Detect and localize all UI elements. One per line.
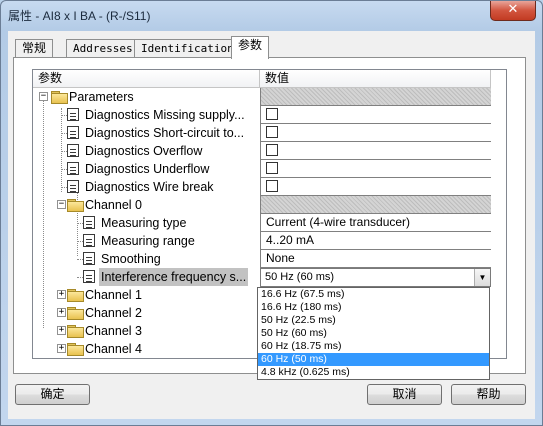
tree-row-diag-wire-break[interactable]: Diagnostics Wire break bbox=[33, 178, 491, 196]
expand-icon[interactable]: + bbox=[57, 308, 66, 317]
dropdown-option[interactable]: 16.6 Hz (67.5 ms) bbox=[258, 288, 489, 301]
tree-row-diag-underflow[interactable]: Diagnostics Underflow bbox=[33, 160, 491, 178]
tree-row-interference-frequency[interactable]: Interference frequency s... 50 Hz (60 ms… bbox=[33, 268, 491, 287]
tree-label: Parameters bbox=[69, 90, 134, 104]
folder-icon bbox=[67, 307, 84, 320]
parameter-document-icon bbox=[67, 108, 79, 121]
value-cell-checkbox bbox=[260, 106, 491, 124]
dropdown-arrow-icon[interactable]: ▼ bbox=[474, 269, 490, 286]
expand-icon[interactable]: + bbox=[57, 326, 66, 335]
tab-addresses[interactable]: Addresses bbox=[66, 39, 140, 58]
expand-icon[interactable]: + bbox=[57, 290, 66, 299]
parameter-document-icon bbox=[67, 144, 79, 157]
interference-frequency-dropdown-list: 16.6 Hz (67.5 ms) 16.6 Hz (180 ms) 50 Hz… bbox=[257, 287, 490, 380]
tree-label: Smoothing bbox=[101, 252, 161, 266]
help-button[interactable]: 帮助 bbox=[451, 384, 526, 405]
tree-row-diag-missing-supply[interactable]: Diagnostics Missing supply... bbox=[33, 106, 491, 124]
cancel-button[interactable]: 取消 bbox=[367, 384, 442, 405]
ok-button[interactable]: 确定 bbox=[15, 384, 90, 405]
tree-label: Channel 1 bbox=[85, 288, 142, 302]
tree-row-diag-short-circuit[interactable]: Diagnostics Short-circuit to... bbox=[33, 124, 491, 142]
tree-label: Channel 2 bbox=[85, 306, 142, 320]
value-cell-checkbox bbox=[260, 178, 491, 196]
tab-general[interactable]: 常规 bbox=[15, 39, 54, 58]
dropdown-option[interactable]: 50 Hz (60 ms) bbox=[258, 327, 489, 340]
tree-label: Diagnostics Missing supply... bbox=[85, 108, 245, 122]
measuring-range-value[interactable]: 4..20 mA bbox=[260, 232, 491, 250]
tree-row-channel-0[interactable]: − Channel 0 bbox=[33, 196, 491, 214]
tree-label: Channel 3 bbox=[85, 324, 142, 338]
folder-open-icon bbox=[67, 199, 84, 212]
tree-label: Diagnostics Underflow bbox=[85, 162, 210, 176]
dropdown-option[interactable]: 4.8 kHz (0.625 ms) bbox=[258, 366, 489, 379]
dropdown-option[interactable]: 16.6 Hz (180 ms) bbox=[258, 301, 489, 314]
parameter-document-icon bbox=[83, 270, 95, 283]
collapse-icon[interactable]: − bbox=[57, 200, 66, 209]
tab-parameters[interactable]: 参数 bbox=[231, 36, 270, 59]
tree-row-measuring-type[interactable]: Measuring type Current (4-wire transduce… bbox=[33, 214, 491, 232]
measuring-type-value[interactable]: Current (4-wire transducer) bbox=[260, 214, 491, 232]
window-title: 属性 - AI8 x I BA - (R-/S11) bbox=[8, 9, 151, 23]
dropdown-option-highlighted[interactable]: 60 Hz (50 ms) bbox=[258, 353, 489, 366]
tree-label: Diagnostics Wire break bbox=[85, 180, 214, 194]
value-cell-checkbox bbox=[260, 124, 491, 142]
tree-label: Diagnostics Short-circuit to... bbox=[85, 126, 245, 140]
column-header-value[interactable]: 数值 bbox=[260, 70, 491, 88]
tree-row-parameters[interactable]: − Parameters bbox=[33, 88, 491, 106]
tree-label: Measuring range bbox=[101, 234, 195, 248]
tree-label: Channel 0 bbox=[85, 198, 142, 212]
tree-row-diag-overflow[interactable]: Diagnostics Overflow bbox=[33, 142, 491, 160]
diagnostics-wire-break-checkbox[interactable] bbox=[266, 180, 278, 192]
parameter-document-icon bbox=[83, 252, 95, 265]
dropdown-option[interactable]: 60 Hz (18.75 ms) bbox=[258, 340, 489, 353]
parameter-document-icon bbox=[67, 162, 79, 175]
tree-row-measuring-range[interactable]: Measuring range 4..20 mA bbox=[33, 232, 491, 250]
tree-label: Channel 4 bbox=[85, 342, 142, 356]
parameter-document-icon bbox=[83, 216, 95, 229]
value-cell-empty bbox=[260, 88, 491, 106]
tab-identification[interactable]: Identification bbox=[134, 39, 241, 58]
folder-icon bbox=[67, 289, 84, 302]
tree-label-selected: Interference frequency s... bbox=[99, 268, 249, 286]
folder-icon bbox=[67, 343, 84, 356]
value-cell-checkbox bbox=[260, 142, 491, 160]
tree-row-smoothing[interactable]: Smoothing None bbox=[33, 250, 491, 268]
dropdown-option[interactable]: 50 Hz (22.5 ms) bbox=[258, 314, 489, 327]
tree-label: Diagnostics Overflow bbox=[85, 144, 203, 158]
diagnostics-overflow-checkbox[interactable] bbox=[266, 144, 278, 156]
properties-dialog: 属性 - AI8 x I BA - (R-/S11) ✕ 常规 Addresse… bbox=[0, 0, 543, 426]
folder-open-icon bbox=[51, 91, 68, 104]
diagnostics-missing-supply-checkbox[interactable] bbox=[266, 108, 278, 120]
parameter-document-icon bbox=[83, 234, 95, 247]
interference-frequency-combobox[interactable]: 50 Hz (60 ms) ▼ bbox=[260, 268, 491, 287]
tree-label: Measuring type bbox=[101, 216, 187, 230]
close-button[interactable]: ✕ bbox=[490, 1, 536, 21]
value-cell-empty bbox=[260, 196, 491, 214]
value-cell-checkbox bbox=[260, 160, 491, 178]
parameter-document-icon bbox=[67, 180, 79, 193]
smoothing-value[interactable]: None bbox=[260, 250, 491, 268]
title-bar: 属性 - AI8 x I BA - (R-/S11) ✕ bbox=[1, 1, 542, 29]
combobox-value: 50 Hz (60 ms) bbox=[265, 271, 335, 283]
diagnostics-underflow-checkbox[interactable] bbox=[266, 162, 278, 174]
folder-icon bbox=[67, 325, 84, 338]
diagnostics-short-circuit-checkbox[interactable] bbox=[266, 126, 278, 138]
expand-icon[interactable]: + bbox=[57, 344, 66, 353]
column-header-parameter[interactable]: 参数 bbox=[33, 70, 260, 88]
parameter-document-icon bbox=[67, 126, 79, 139]
collapse-icon[interactable]: − bbox=[39, 92, 48, 101]
